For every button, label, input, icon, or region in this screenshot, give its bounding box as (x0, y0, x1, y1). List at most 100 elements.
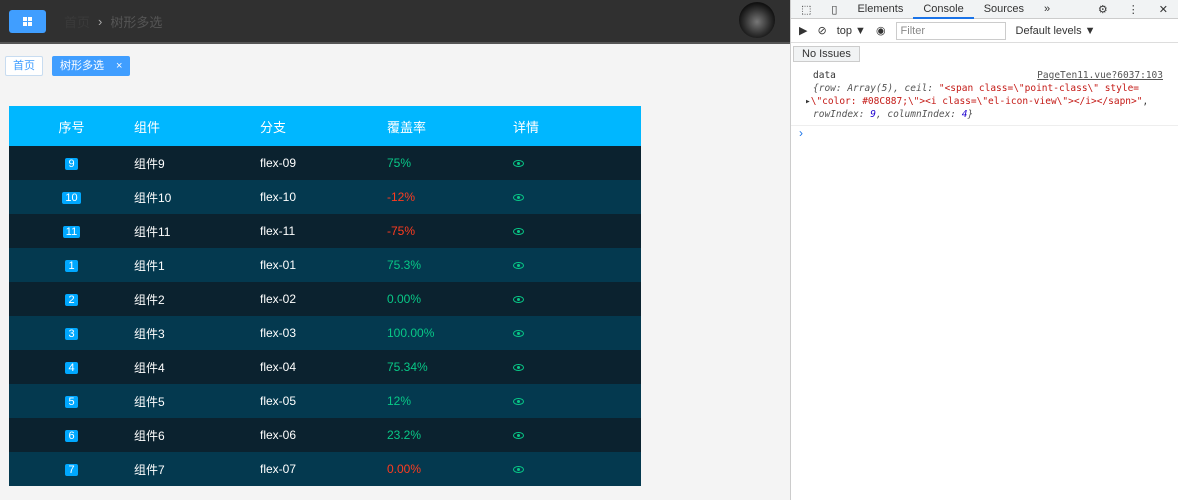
branch-cell: flex-10 (260, 180, 387, 214)
log-text: } (967, 109, 974, 120)
more-tabs-button[interactable]: » (1034, 3, 1060, 15)
index-badge: 10 (62, 192, 81, 204)
detail-cell (513, 180, 641, 214)
index-cell: 2 (9, 282, 134, 316)
devtools-panel: ⬚ ▯ Elements Console Sources » ⚙ ⋮ ✕ ▶ ⊘… (790, 0, 1178, 500)
index-cell: 10 (9, 180, 134, 214)
log-text: {row: Array(5), ceil: (813, 83, 939, 94)
sidebar-toggle-icon[interactable]: ▶ (799, 24, 807, 37)
eye-icon[interactable] (513, 194, 524, 201)
index-badge: 6 (65, 430, 78, 442)
avatar[interactable] (739, 2, 775, 38)
index-cell: 7 (9, 452, 134, 486)
eye-icon[interactable] (513, 364, 524, 371)
name-cell: 组件1 (134, 248, 260, 282)
breadcrumb: 首页 › 树形多选 (64, 12, 162, 31)
rate-cell: 75.34% (387, 350, 513, 384)
table-row[interactable]: 6 组件6 flex-06 23.2% (9, 418, 641, 452)
close-icon[interactable]: ✕ (1149, 3, 1178, 16)
eye-icon[interactable] (513, 330, 524, 337)
grid-icon (23, 16, 32, 26)
name-cell: 组件5 (134, 384, 260, 418)
table-row[interactable]: 2 组件2 flex-02 0.00% (9, 282, 641, 316)
name-cell: 组件9 (134, 146, 260, 180)
tag-tree-select[interactable]: 树形多选 × (52, 56, 131, 76)
detail-cell (513, 350, 641, 384)
column-header: 详情 (513, 106, 641, 146)
branch-cell: flex-11 (260, 214, 387, 248)
log-source-link[interactable]: PageTen11.vue?6037:103 (1037, 69, 1163, 82)
rate-cell: 0.00% (387, 282, 513, 316)
app: 首页 › 树形多选 首页 树形多选 × 序号 组件 分支 覆盖率 详情 9 组件9… (0, 0, 790, 500)
tab-console[interactable]: Console (913, 0, 974, 19)
rate-cell: -75% (387, 214, 513, 248)
eye-icon[interactable]: ◉ (876, 24, 886, 37)
table-row[interactable]: 10 组件10 flex-10 -12% (9, 180, 641, 214)
column-header: 分支 (260, 106, 387, 146)
branch-cell: flex-09 (260, 146, 387, 180)
detail-cell (513, 418, 641, 452)
table-row[interactable]: 3 组件3 flex-03 100.00% (9, 316, 641, 350)
console-toolbar: ▶ ⊘ top ▼ ◉ Filter Default levels ▼ (791, 19, 1178, 43)
context-select[interactable]: top ▼ (837, 25, 866, 37)
close-icon[interactable]: × (116, 57, 122, 75)
branch-cell: flex-03 (260, 316, 387, 350)
issues-button[interactable]: No Issues (793, 46, 860, 62)
eye-icon[interactable] (513, 160, 524, 167)
devtools-tabbar: ⬚ ▯ Elements Console Sources » ⚙ ⋮ ✕ (791, 0, 1178, 19)
tag-bar: 首页 树形多选 × (5, 56, 131, 76)
index-badge: 1 (65, 260, 78, 272)
breadcrumb-home[interactable]: 首页 (64, 12, 90, 31)
log-text: , columnIndex: (875, 109, 962, 120)
eye-icon[interactable] (513, 432, 524, 439)
log-text: \"color: #08C887;\"><i class=\"el-icon-v… (810, 96, 1143, 107)
eye-icon[interactable] (513, 262, 524, 269)
tab-elements[interactable]: Elements (847, 3, 913, 15)
table-row[interactable]: 9 组件9 flex-09 75% (9, 146, 641, 180)
index-cell: 3 (9, 316, 134, 350)
filter-input[interactable]: Filter (895, 21, 1006, 40)
eye-icon[interactable] (513, 228, 524, 235)
tab-sources[interactable]: Sources (974, 3, 1034, 15)
rate-cell: 100.00% (387, 316, 513, 350)
detail-cell (513, 452, 641, 486)
table-row[interactable]: 7 组件7 flex-07 0.00% (9, 452, 641, 486)
table-row[interactable]: 5 组件5 flex-05 12% (9, 384, 641, 418)
console-prompt[interactable]: › (791, 126, 1178, 140)
column-header: 组件 (134, 106, 260, 146)
branch-cell: flex-07 (260, 452, 387, 486)
console-log-entry: data PageTen11.vue?6037:103 {row: Array(… (791, 65, 1178, 126)
index-badge: 11 (62, 226, 81, 238)
table-row[interactable]: 11 组件11 flex-11 -75% (9, 214, 641, 248)
name-cell: 组件4 (134, 350, 260, 384)
device-toggle-icon[interactable]: ▯ (821, 3, 847, 16)
index-badge: 5 (65, 396, 78, 408)
levels-select[interactable]: Default levels ▼ (1016, 25, 1096, 37)
name-cell: 组件3 (134, 316, 260, 350)
table-row[interactable]: 4 组件4 flex-04 75.34% (9, 350, 641, 384)
eye-icon[interactable] (513, 398, 524, 405)
eye-icon[interactable] (513, 296, 524, 303)
index-badge: 4 (65, 362, 78, 374)
more-icon[interactable]: ⋮ (1118, 3, 1149, 16)
table-row[interactable]: 1 组件1 flex-01 75.3% (9, 248, 641, 282)
chevron-right-icon: › (98, 13, 103, 29)
top-bar: 首页 › 树形多选 (0, 0, 790, 44)
inspect-icon[interactable]: ⬚ (791, 3, 821, 16)
tag-home[interactable]: 首页 (5, 56, 43, 76)
rate-cell: -12% (387, 180, 513, 214)
rate-cell: 75.3% (387, 248, 513, 282)
index-cell: 4 (9, 350, 134, 384)
index-cell: 1 (9, 248, 134, 282)
detail-cell (513, 316, 641, 350)
name-cell: 组件2 (134, 282, 260, 316)
menu-toggle-button[interactable] (9, 9, 46, 33)
gear-icon[interactable]: ⚙ (1088, 3, 1118, 16)
tag-label: 树形多选 (60, 60, 104, 72)
name-cell: 组件10 (134, 180, 260, 214)
rate-cell: 12% (387, 384, 513, 418)
clear-console-icon[interactable]: ⊘ (817, 24, 826, 37)
detail-cell (513, 282, 641, 316)
eye-icon[interactable] (513, 466, 524, 473)
index-badge: 9 (65, 158, 78, 170)
